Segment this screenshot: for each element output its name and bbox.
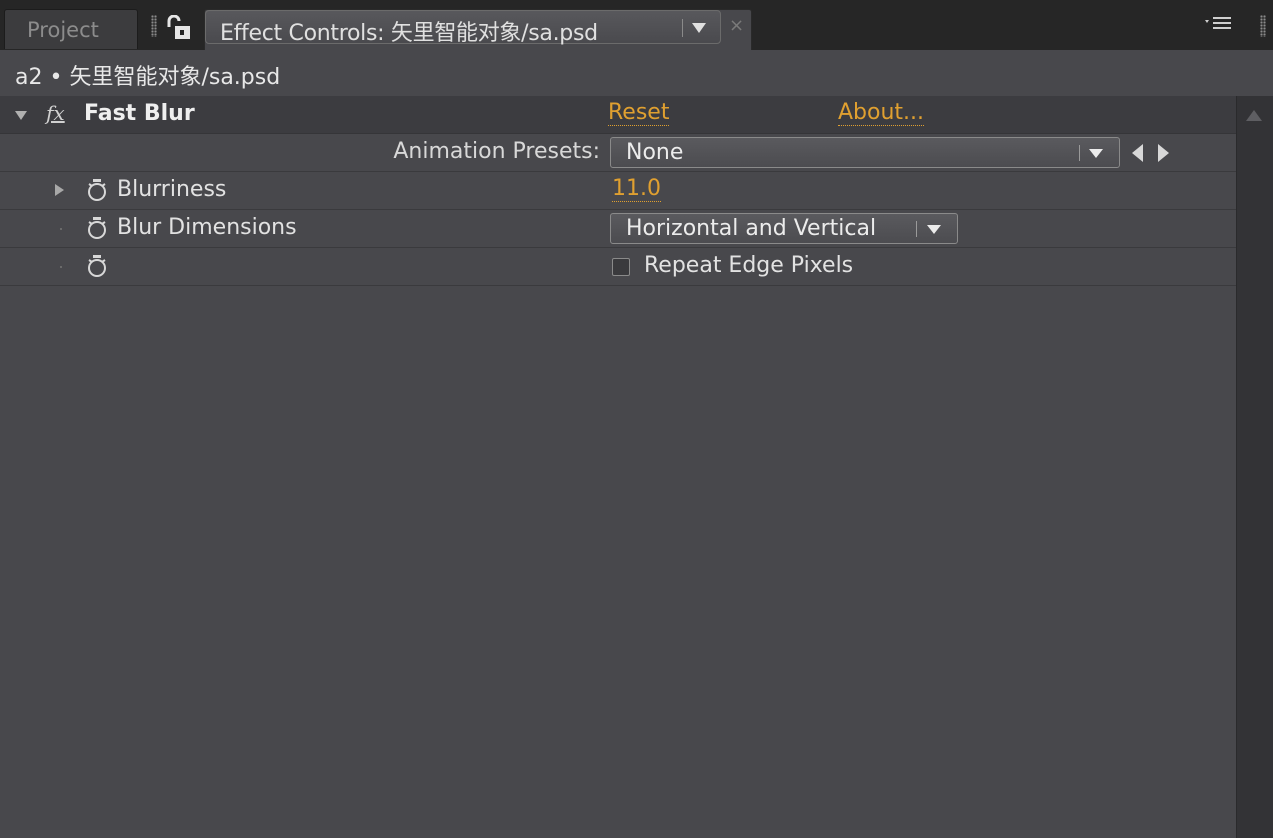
stopwatch-icon[interactable] <box>86 254 108 278</box>
twirl-right-icon[interactable] <box>55 184 64 196</box>
stopwatch-icon[interactable] <box>86 216 108 240</box>
tab-effect-controls[interactable]: Effect Controls: 矢里智能对象/sa.psd × <box>204 9 752 50</box>
repeat-edge-pixels-checkbox[interactable] <box>612 258 630 276</box>
animation-presets-dropdown[interactable]: None <box>610 137 1120 168</box>
property-row-repeat-edge: Repeat Edge Pixels <box>0 248 1236 286</box>
effect-controls-window: Project Effect Controls: 矢里智能对象/sa.psd ×… <box>0 0 1273 838</box>
scroll-up-icon[interactable] <box>1246 110 1262 121</box>
dropdown-arrow-icon <box>927 225 941 234</box>
panel-menu-icon[interactable] <box>1204 14 1234 34</box>
row-marker <box>60 228 62 230</box>
lock-icon[interactable] <box>166 15 192 41</box>
animation-presets-value: None <box>626 140 684 165</box>
property-row-blurriness: Blurriness 11.0 <box>0 172 1236 210</box>
blurriness-value[interactable]: 11.0 <box>612 177 661 202</box>
dropdown-divider <box>1079 145 1080 161</box>
animation-presets-row: Animation Presets: None <box>0 134 1236 172</box>
reset-link[interactable]: Reset <box>608 101 670 126</box>
twirl-down-icon[interactable] <box>15 111 27 120</box>
tab-effect-controls-label: Effect Controls: 矢里智能对象/sa.psd <box>220 21 598 46</box>
about-link[interactable]: About... <box>838 101 925 126</box>
vertical-scrollbar[interactable] <box>1236 96 1273 838</box>
panel-grip-right-icon[interactable] <box>1260 15 1266 37</box>
dropdown-arrow-icon[interactable] <box>692 23 706 33</box>
next-keyframe-icon[interactable] <box>1158 144 1169 162</box>
tab-project-label: Project <box>27 18 99 42</box>
repeat-edge-pixels-label[interactable]: Repeat Edge Pixels <box>644 253 853 278</box>
effect-row-fast-blur: fx Fast Blur Reset About... <box>0 96 1236 134</box>
blur-dimensions-dropdown[interactable]: Horizontal and Vertical <box>610 213 958 244</box>
dropdown-arrow-icon <box>1089 149 1103 158</box>
blurriness-label: Blurriness <box>117 177 227 202</box>
row-marker <box>60 266 62 268</box>
layer-header: a2 • 矢里智能对象/sa.psd <box>0 50 1273 98</box>
dropdown-divider <box>916 221 917 237</box>
property-row-blur-dimensions: Blur Dimensions Horizontal and Vertical <box>0 210 1236 248</box>
blur-dimensions-label: Blur Dimensions <box>117 215 297 240</box>
layer-source-title: a2 • 矢里智能对象/sa.psd <box>15 65 281 90</box>
stopwatch-icon[interactable] <box>86 178 108 202</box>
tab-project[interactable]: Project <box>4 9 138 49</box>
effect-properties-list: fx Fast Blur Reset About... Animation Pr… <box>0 96 1236 286</box>
close-icon[interactable]: × <box>729 15 744 36</box>
panel-tab-bar: Project Effect Controls: 矢里智能对象/sa.psd × <box>0 0 1273 50</box>
panel-grip-icon[interactable] <box>151 15 157 37</box>
tab-divider <box>682 19 683 37</box>
fx-icon[interactable]: fx <box>46 101 65 125</box>
animation-presets-label: Animation Presets: <box>393 139 600 164</box>
tab-effect-controls-dropdown[interactable]: Effect Controls: 矢里智能对象/sa.psd <box>205 10 721 46</box>
effect-name: Fast Blur <box>84 101 195 126</box>
blur-dimensions-value: Horizontal and Vertical <box>626 216 877 241</box>
prev-keyframe-icon[interactable] <box>1132 144 1143 162</box>
